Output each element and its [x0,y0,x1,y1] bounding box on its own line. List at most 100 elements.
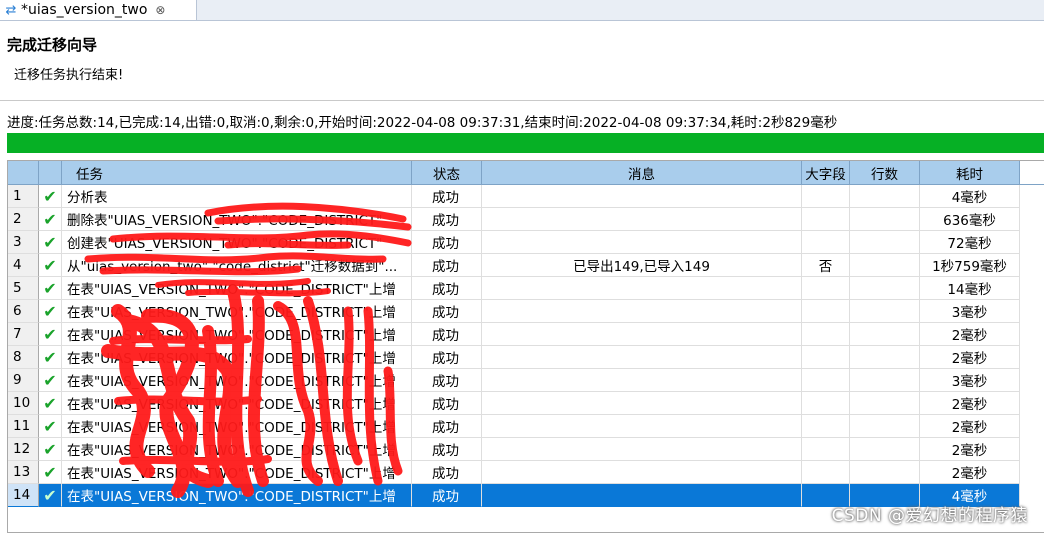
header-task[interactable]: 任务 [62,161,412,185]
row-number: 1 [8,185,39,208]
status-cell: 成功 [412,369,482,392]
task-cell: 在表"UIAS_VERSION_TWO"."CODE_DISTRICT"上增 [62,438,412,461]
editor-tab[interactable]: ⇄ *uias_version_two ⊗ [0,0,197,20]
table-row[interactable]: 5 ✔ 在表"UIAS_VERSION_TWO"."CODE_DISTRICT"上增… [8,277,1044,300]
message-cell: 已导出149,已导入149 [482,254,802,277]
message-cell [482,231,802,254]
close-icon[interactable]: ⊗ [155,3,165,17]
big-field-cell [802,415,850,438]
big-field-cell: 否 [802,254,850,277]
rows-cell [850,323,920,346]
check-icon: ✔ [39,392,62,415]
time-cell: 2毫秒 [920,438,1020,461]
task-cell: 在表"UIAS_VERSION_TWO"."CODE_DISTRICT"上增 [62,415,412,438]
table-row[interactable]: 6 ✔ 在表"UIAS_VERSION_TWO"."CODE_DISTRICT"上增… [8,300,1044,323]
table-row[interactable]: 9 ✔ 在表"UIAS_VERSION_TWO"."CODE_DISTRICT"上增… [8,369,1044,392]
header-message[interactable]: 消息 [482,161,802,185]
header-rows[interactable]: 行数 [850,161,920,185]
message-cell [482,208,802,231]
status-cell: 成功 [412,185,482,208]
time-cell: 2毫秒 [920,346,1020,369]
row-number: 6 [8,300,39,323]
time-cell: 4毫秒 [920,185,1020,208]
task-cell: 创建表"UIAS_VERSION_TWO"."CODE_DISTRICT" [62,231,412,254]
check-icon: ✔ [39,323,62,346]
watermark: CSDN @爱幻想的程序猿 [831,506,1028,526]
row-number: 7 [8,323,39,346]
check-icon: ✔ [39,415,62,438]
big-field-cell [802,392,850,415]
rows-cell [850,438,920,461]
table-row[interactable]: 3 ✔ 创建表"UIAS_VERSION_TWO"."CODE_DISTRICT" 成… [8,231,1044,254]
task-cell: 删除表"UIAS_VERSION_TWO"."CODE_DISTRICT" [62,208,412,231]
rows-cell [850,254,920,277]
status-cell: 成功 [412,300,482,323]
rows-cell [850,415,920,438]
header-filler [1020,161,1044,185]
time-cell: 14毫秒 [920,277,1020,300]
row-number: 11 [8,415,39,438]
wizard-title: 完成迁移向导 [7,36,98,54]
check-icon: ✔ [39,438,62,461]
task-cell: 在表"UIAS_VERSION_TWO"."CODE_DISTRICT"上增 [62,369,412,392]
table-row[interactable]: 8 ✔ 在表"UIAS_VERSION_TWO"."CODE_DISTRICT"上增… [8,346,1044,369]
big-field-cell [802,461,850,484]
task-table[interactable]: 任务 状态 消息 大字段 行数 耗时 1 ✔ 分析表 成功 4毫秒 2 ✔ 删除表"UIAS_… [7,160,1044,533]
task-cell: 在表"UIAS_VERSION_TWO"."CODE_DISTRICT"上增 [62,461,412,484]
rows-cell [850,185,920,208]
table-row[interactable]: 2 ✔ 删除表"UIAS_VERSION_TWO"."CODE_DISTRICT" 成… [8,208,1044,231]
row-number: 8 [8,346,39,369]
rows-cell [850,461,920,484]
big-field-cell [802,231,850,254]
time-cell: 2毫秒 [920,461,1020,484]
status-cell: 成功 [412,208,482,231]
table-row[interactable]: 12 ✔ 在表"UIAS_VERSION_TWO"."CODE_DISTRICT"上… [8,438,1044,461]
header-time[interactable]: 耗时 [920,161,1020,185]
big-field-cell [802,323,850,346]
check-icon: ✔ [39,461,62,484]
check-icon: ✔ [39,484,62,507]
status-cell: 成功 [412,323,482,346]
check-icon: ✔ [39,208,62,231]
row-number: 14 [8,484,39,507]
rows-cell [850,231,920,254]
divider [0,100,1044,101]
swap-arrows-icon: ⇄ [5,2,17,18]
message-cell [482,300,802,323]
header-status[interactable]: 状态 [412,161,482,185]
check-icon: ✔ [39,231,62,254]
table-row[interactable]: 4 ✔ 从"uias_version_two"."code_district"迁移数… [8,254,1044,277]
row-number: 4 [8,254,39,277]
table-row[interactable]: 7 ✔ 在表"UIAS_VERSION_TWO"."CODE_DISTRICT"上增… [8,323,1044,346]
header-big-field[interactable]: 大字段 [802,161,850,185]
message-cell [482,185,802,208]
big-field-cell [802,208,850,231]
table-row[interactable]: 1 ✔ 分析表 成功 4毫秒 [8,185,1044,208]
editor-tab-title: *uias_version_two [21,2,148,18]
time-cell: 636毫秒 [920,208,1020,231]
status-cell: 成功 [412,254,482,277]
progress-bar [7,133,1044,153]
message-cell [482,277,802,300]
row-number: 3 [8,231,39,254]
message-cell [482,461,802,484]
table-row[interactable]: 10 ✔ 在表"UIAS_VERSION_TWO"."CODE_DISTRICT"上… [8,392,1044,415]
table-row[interactable]: 11 ✔ 在表"UIAS_VERSION_TWO"."CODE_DISTRICT"上… [8,415,1044,438]
header-check [39,161,62,185]
time-cell: 1秒759毫秒 [920,254,1020,277]
table-row[interactable]: 13 ✔ 在表"UIAS_VERSION_TWO"."CODE_DISTRICT"上… [8,461,1044,484]
big-field-cell [802,369,850,392]
time-cell: 3毫秒 [920,369,1020,392]
task-cell: 在表"UIAS_VERSION_TWO"."CODE_DISTRICT"上增 [62,346,412,369]
message-cell [482,323,802,346]
status-cell: 成功 [412,461,482,484]
big-field-cell [802,185,850,208]
row-number: 10 [8,392,39,415]
check-icon: ✔ [39,346,62,369]
editor-tab-bar: ⇄ *uias_version_two ⊗ [0,0,1044,21]
message-cell [482,415,802,438]
big-field-cell [802,346,850,369]
rows-cell [850,300,920,323]
progress-bar-fill [7,133,1044,153]
message-cell [482,346,802,369]
